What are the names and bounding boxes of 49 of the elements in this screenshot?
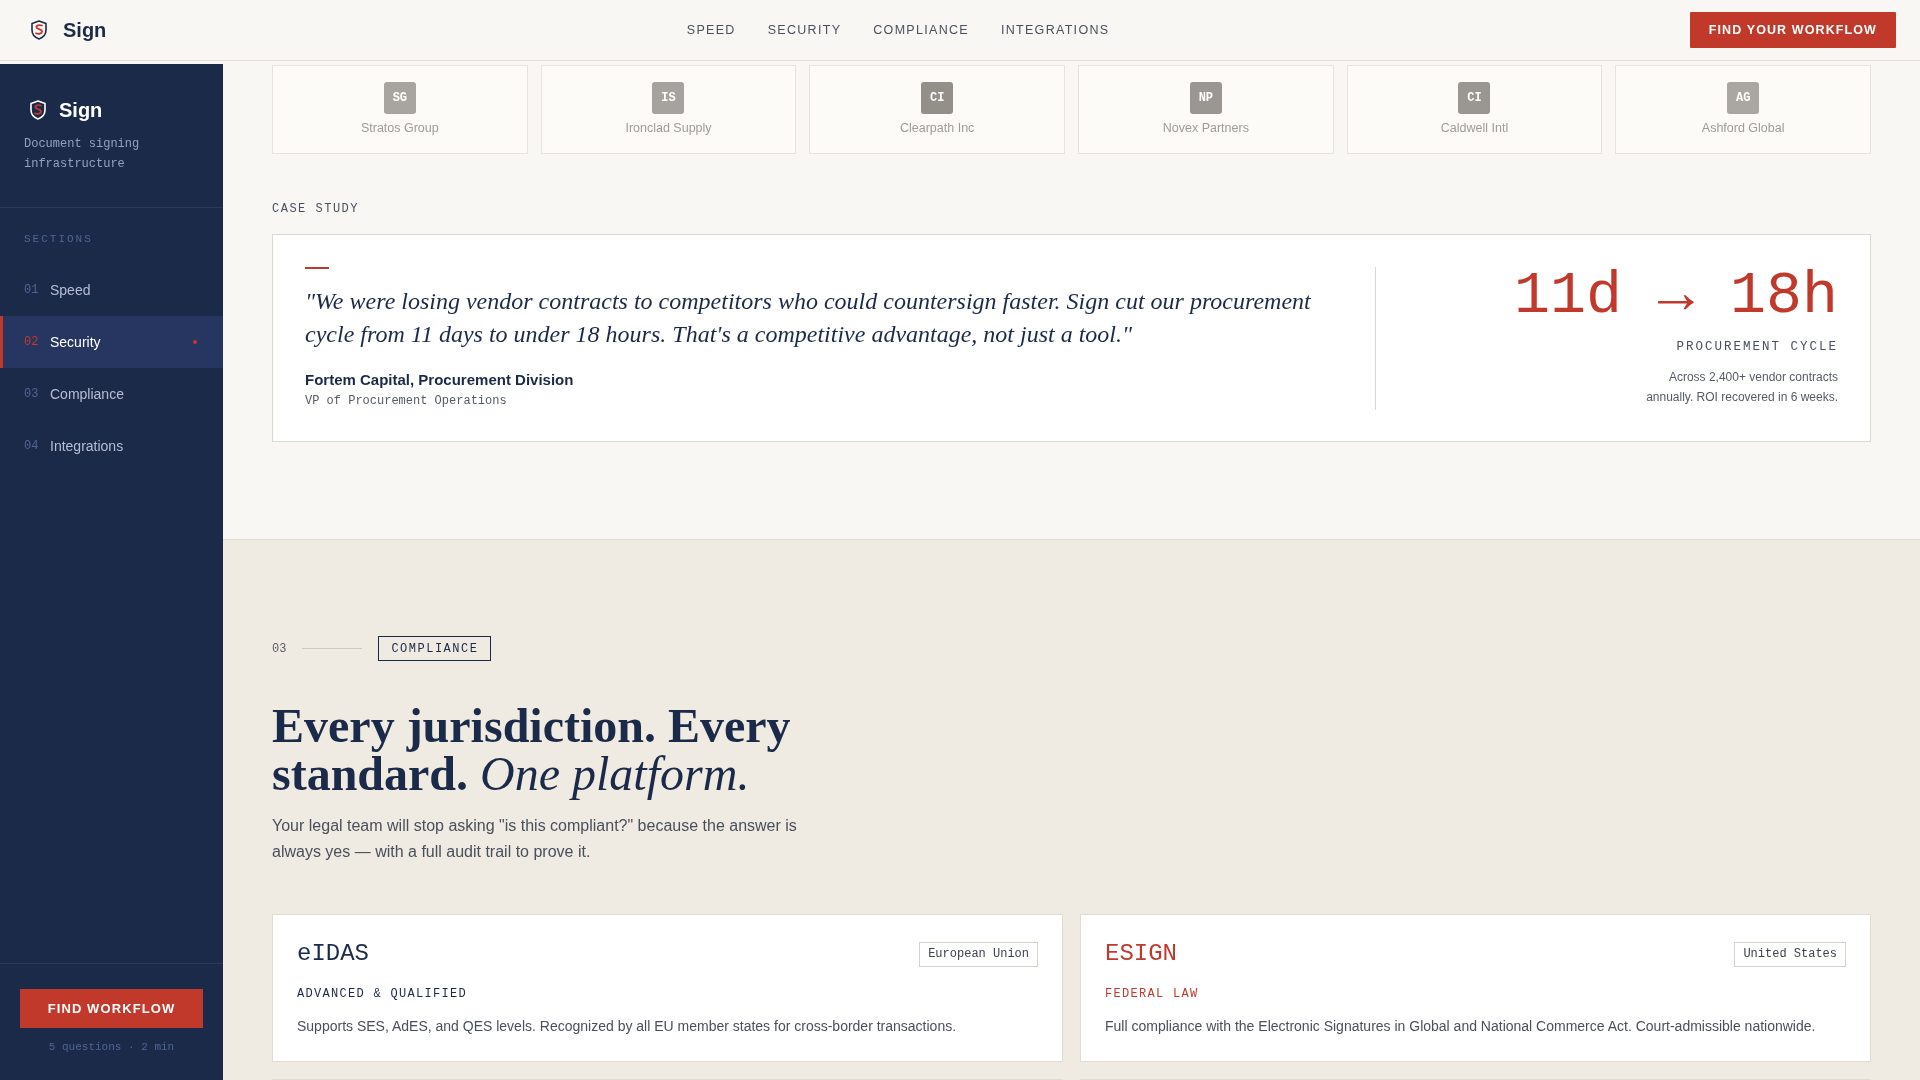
initials-badge: AG [1727, 82, 1760, 114]
section-tag: COMPLIANCE [378, 636, 492, 661]
find-workflow-button[interactable]: FIND YOUR WORKFLOW [1689, 12, 1896, 48]
company-name: Stratos Group [360, 120, 439, 136]
region-tag: United States [1734, 941, 1846, 967]
brand-name: Sign [59, 98, 103, 122]
standard-level: FEDERAL LAW [1105, 986, 1200, 1002]
brand-name: Sign [63, 18, 107, 42]
shield-logo-icon [30, 100, 46, 120]
metric-label: PROCUREMENT CYCLE [1676, 339, 1838, 355]
company-name: Ironclad Supply [625, 120, 712, 136]
sidebar-item[interactable]: 01 Speed [0, 264, 223, 316]
section-intro: Your legal team will stop asking "is this compliant?" because the answer is always yes — with a full audit trail to prove it. [272, 816, 798, 862]
sidebar-heading: SECTIONS [24, 232, 94, 247]
section-number: 03 [272, 641, 287, 656]
quiz-length-note: 5 questions · 2 min [48, 1040, 175, 1055]
nav-link[interactable]: INTEGRATIONS [1000, 23, 1110, 37]
initials-badge: CI [1458, 82, 1491, 114]
standard-level: ADVANCED & QUALIFIED [297, 986, 469, 1002]
standard-description: Supports SES, AdES, and QES levels. Recognized by all EU member states for cross-border transactions. [297, 1017, 958, 1036]
nav-link[interactable]: COMPLIANCE [873, 23, 969, 37]
company-name: Clearpath Inc [900, 120, 975, 136]
initials-badge: NP [1189, 82, 1222, 114]
shield-logo-icon [31, 20, 47, 40]
standard-description: Full compliance with the Electronic Signatures in Global and National Commerce Act. Court-admissible nationwide. [1105, 1017, 1817, 1036]
author-role: VP of Procurement Operations [305, 393, 508, 409]
initials-badge: SG [383, 82, 416, 114]
initials-badge: IS [652, 82, 685, 114]
sidebar-item[interactable]: 04 Integrations [0, 420, 223, 472]
initials-badge: CI [921, 82, 954, 114]
company-name: Caldwell Intl [1440, 120, 1509, 136]
active-dot-icon [193, 340, 197, 344]
section-label: CASE STUDY [272, 201, 360, 217]
region-tag: European Union [919, 941, 1038, 967]
nav-link[interactable]: SPEED [686, 23, 736, 37]
standard-name: ESIGN [1105, 939, 1177, 969]
sidebar-item[interactable]: 03 Compliance [0, 368, 223, 420]
metric-note: Across 2,400+ vendor contracts annually. ROI recovered in 6 weeks. [1645, 369, 1838, 406]
nav-link[interactable]: SECURITY [767, 23, 842, 37]
section-headline: Every jurisdiction. Every standard. One platform. [272, 702, 792, 798]
quote-author: Fortem Capital, Procurement Division [305, 371, 575, 389]
sidebar-item[interactable]: 02 Security [0, 316, 223, 368]
company-name: Novex Partners [1162, 120, 1249, 136]
standard-name: eIDAS [297, 939, 369, 969]
metric-value: 11d → 18h [1513, 266, 1838, 326]
brand-tagline: Document signing infrastructure [24, 136, 141, 173]
quote-text: "We were losing vendor contracts to competitors who could countersign faster. Sign cut our procurement cycle from 11 days to under 18 hours. That's a competitive advantage, not just a tool." [305, 287, 1312, 349]
find-workflow-button[interactable]: FIND WORKFLOW [20, 989, 203, 1028]
company-name: Ashford Global [1701, 120, 1785, 136]
